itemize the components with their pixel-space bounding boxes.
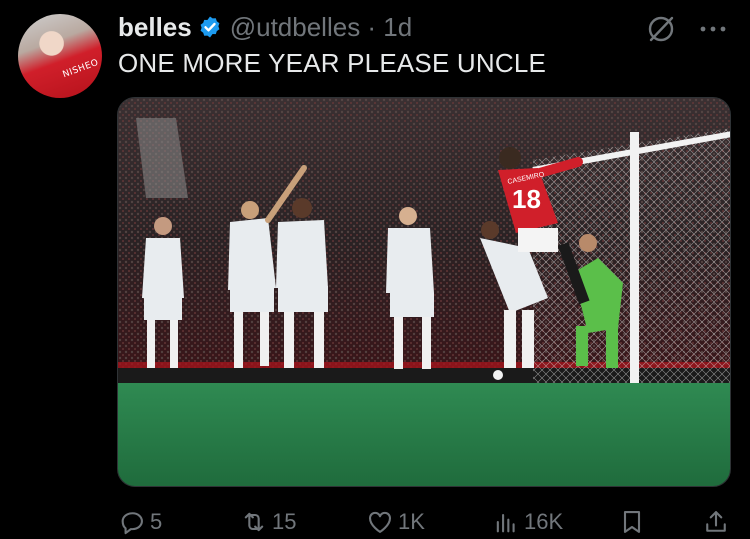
views-icon bbox=[496, 513, 515, 533]
more-icon[interactable] bbox=[698, 22, 728, 36]
grok-icon[interactable] bbox=[646, 14, 676, 44]
author-name[interactable]: belles bbox=[118, 12, 192, 43]
pitch bbox=[118, 383, 730, 486]
views-count: 16K bbox=[524, 509, 564, 534]
avatar[interactable]: NISHEO bbox=[18, 14, 102, 98]
repost-count: 15 bbox=[272, 509, 297, 534]
tweet-text: ONE MORE YEAR PLEASE UNCLE bbox=[118, 48, 547, 78]
ball bbox=[493, 370, 503, 380]
reply-icon bbox=[121, 512, 143, 535]
verified-badge-icon bbox=[200, 16, 220, 38]
bookmark-button[interactable] bbox=[618, 505, 650, 539]
action-bar: 5 15 1K 16K bbox=[0, 505, 750, 539]
avatar-shirt-text: NISHEO bbox=[61, 57, 101, 81]
repost-icon bbox=[244, 512, 264, 532]
like-button[interactable]: 1K bbox=[366, 505, 425, 539]
reply-button[interactable]: 5 bbox=[118, 505, 162, 539]
like-icon bbox=[369, 511, 391, 533]
bookmark-icon bbox=[623, 511, 641, 533]
reply-count: 5 bbox=[150, 509, 163, 534]
tweet-header: belles @utdbelles · 1d bbox=[118, 10, 412, 44]
tweet-media-image[interactable]: 18 CASEMIRO bbox=[117, 97, 731, 487]
handle-and-time[interactable]: @utdbelles · 1d bbox=[230, 12, 413, 43]
like-count: 1K bbox=[398, 509, 425, 534]
share-button[interactable] bbox=[702, 505, 734, 539]
repost-button[interactable]: 15 bbox=[240, 505, 296, 539]
player-number: 18 bbox=[512, 184, 541, 214]
views-button[interactable]: 16K bbox=[492, 505, 563, 539]
share-icon bbox=[706, 511, 726, 532]
